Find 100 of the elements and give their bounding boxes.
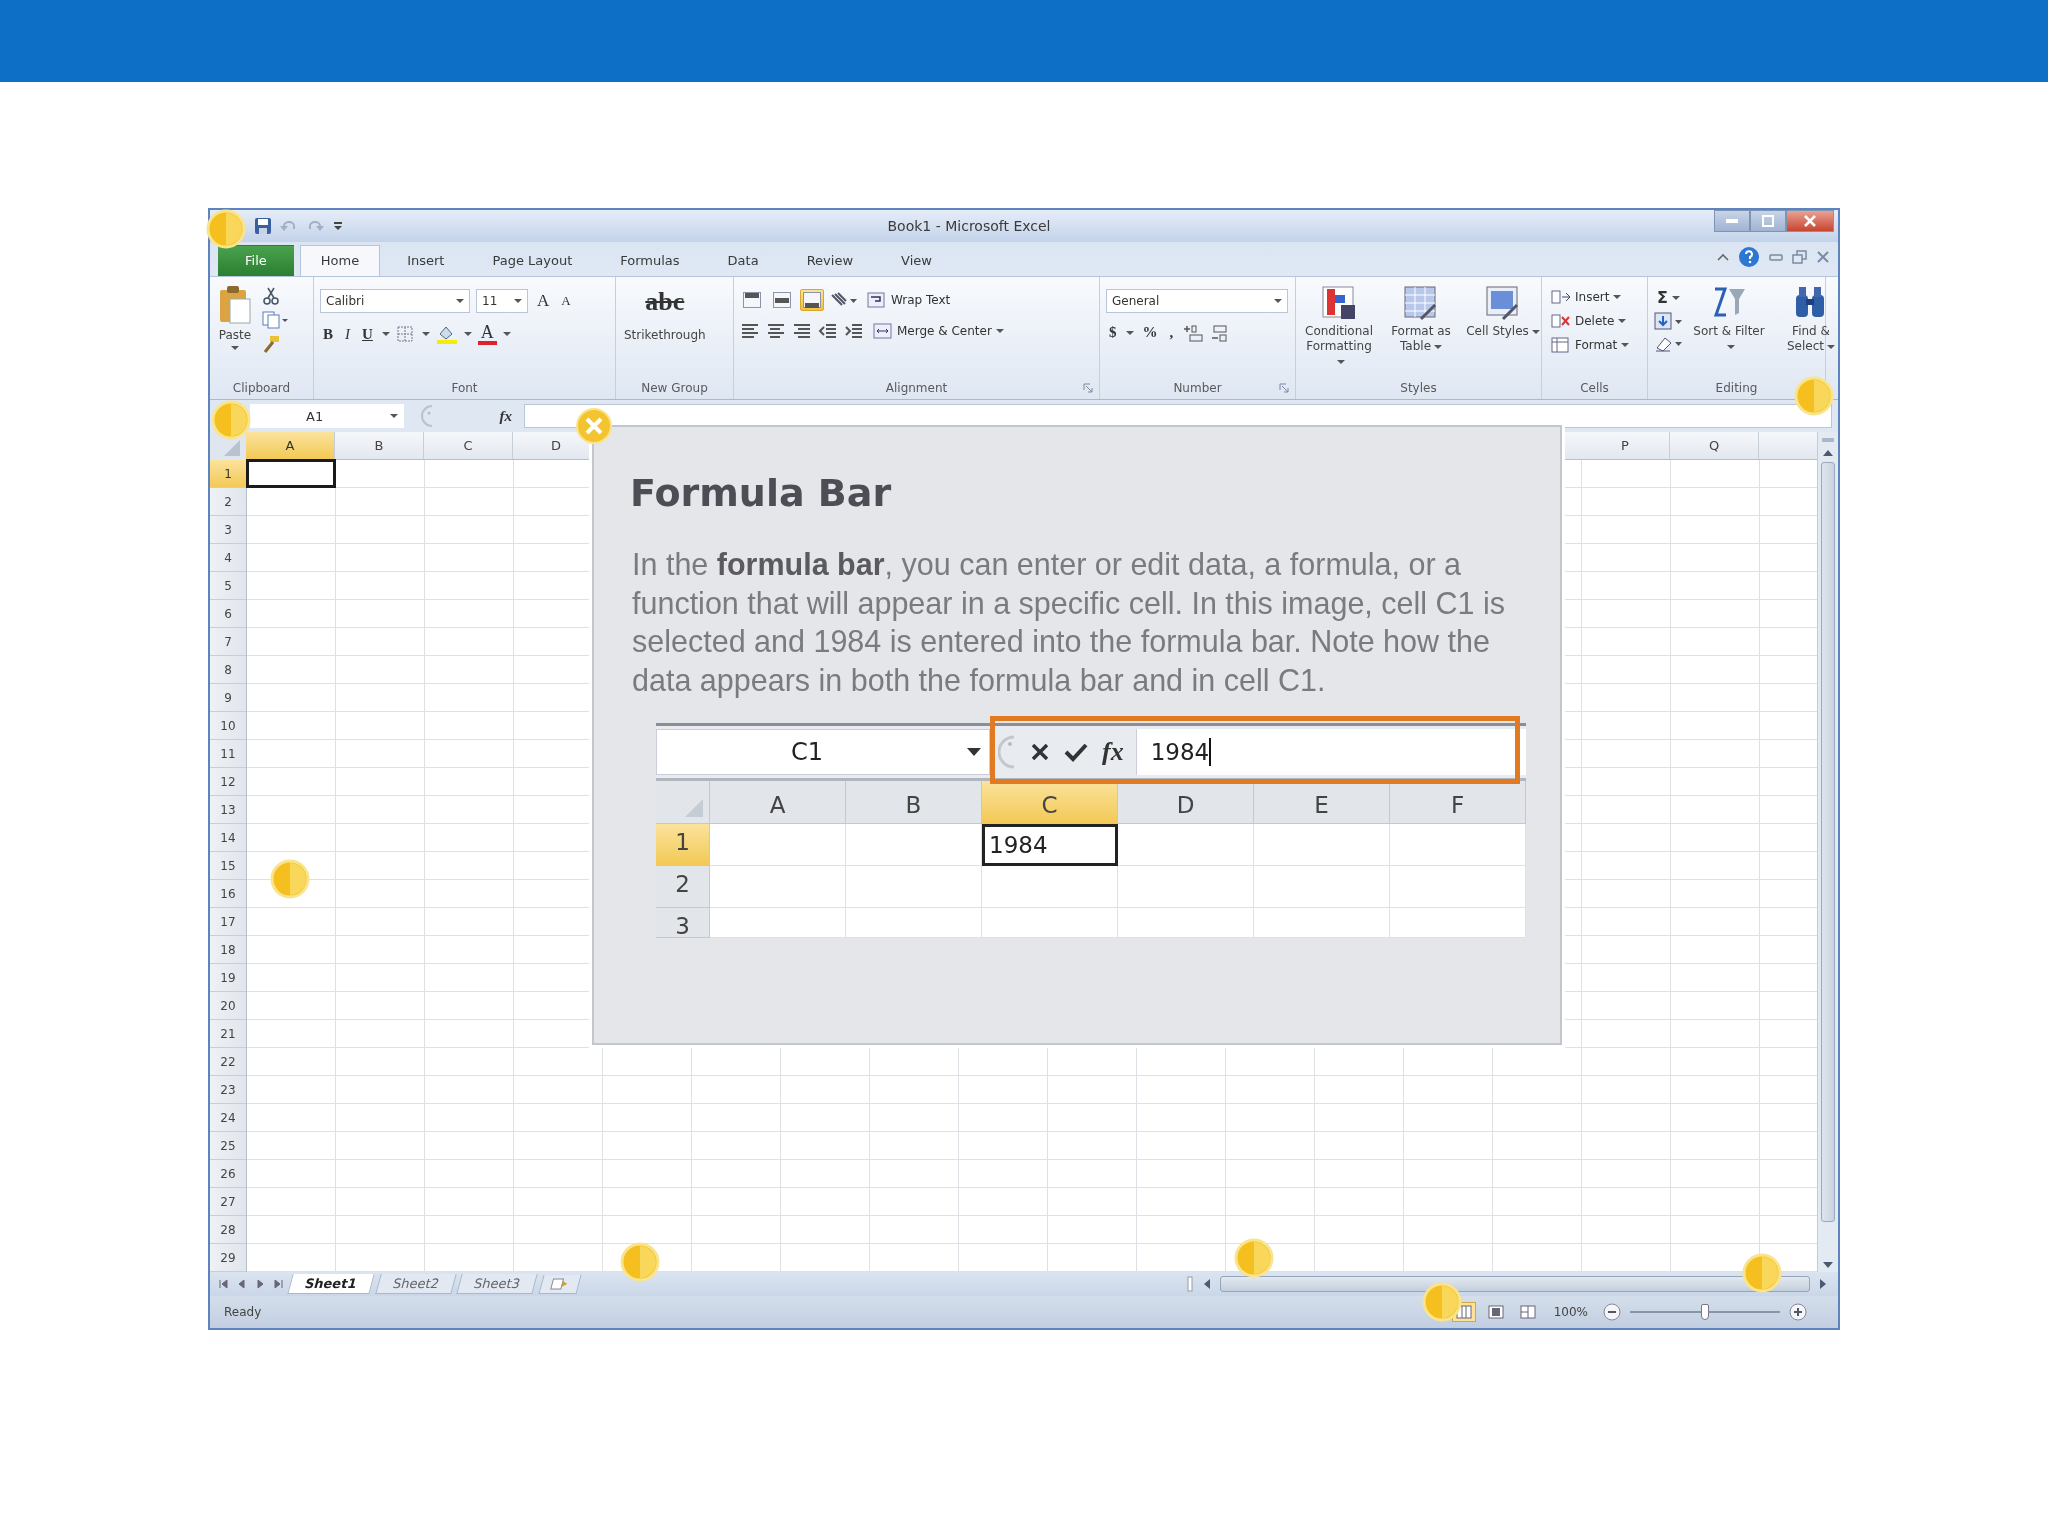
row-header[interactable]: 12 [210,768,246,796]
caret-icon[interactable] [1434,343,1442,350]
cell-styles-button[interactable]: Cell Styles [1466,283,1540,341]
row-header[interactable]: 6 [210,600,246,628]
row-header[interactable]: 3 [210,516,246,544]
row-header[interactable]: 27 [210,1188,246,1216]
ribbon-tab[interactable]: Insert [386,245,466,276]
format-painter-icon[interactable] [262,335,280,353]
underline-caret-icon[interactable] [381,331,390,337]
increase-indent-icon[interactable] [844,322,864,340]
expand-handle-icon[interactable] [420,405,434,427]
fill-down-icon[interactable] [1654,312,1684,330]
ribbon-collapse-icon[interactable] [1716,251,1730,263]
dialog-launcher-icon[interactable] [1083,383,1093,393]
scroll-thumb[interactable] [1821,462,1835,1222]
row-header[interactable]: 11 [210,740,246,768]
find-select-button[interactable]: Find & Select [1774,283,1838,356]
number-format-field[interactable]: General [1106,289,1288,313]
caret-icon[interactable] [1618,318,1627,324]
comma-button[interactable]: , [1166,323,1177,342]
vertical-align-button[interactable] [770,289,794,311]
ribbon-tab[interactable]: Review [785,245,875,276]
close-button[interactable] [1786,210,1834,232]
ribbon-tab[interactable]: View [880,245,953,276]
align-right-icon[interactable] [792,322,812,340]
autosum-button[interactable]: Σ [1654,287,1684,308]
font-color-caret-icon[interactable] [502,331,511,337]
currency-caret-icon[interactable] [1125,329,1134,336]
row-header[interactable]: 9 [210,684,246,712]
percent-button[interactable]: % [1139,323,1161,342]
align-left-icon[interactable] [740,322,760,340]
row-header[interactable]: 14 [210,824,246,852]
row-header[interactable]: 7 [210,628,246,656]
row-header[interactable]: 1 [210,460,246,488]
decrease-indent-icon[interactable] [818,322,838,340]
sheet-tab[interactable]: Sheet1 [287,1274,375,1294]
conditional-formatting-button[interactable]: Conditional Formatting [1302,283,1376,371]
help-icon[interactable] [1738,246,1760,268]
paste-button[interactable]: Paste [216,283,254,353]
wrap-text-button[interactable]: Wrap Text [864,290,954,310]
row-header[interactable]: 23 [210,1076,246,1104]
sheet-tab[interactable]: Sheet2 [374,1274,457,1294]
bold-button[interactable]: B [320,324,336,344]
caret-icon[interactable] [995,328,1004,334]
column-header[interactable]: B [335,432,424,459]
italic-button[interactable]: I [342,324,353,344]
split-handle-icon[interactable] [1820,436,1836,444]
row-header[interactable]: 25 [210,1132,246,1160]
scissors-icon[interactable] [262,287,280,305]
insert-cells-button[interactable]: Insert [1548,287,1633,307]
row-header[interactable]: 8 [210,656,246,684]
horizontal-scrollbar[interactable] [1220,1276,1810,1292]
caret-icon[interactable] [1827,343,1835,350]
column-header[interactable]: A [246,432,335,459]
function-label[interactable]: fx [499,407,512,425]
row-header[interactable]: 15 [210,852,246,880]
format-as-table-button[interactable]: Format as Table [1384,283,1458,356]
row-header[interactable]: 13 [210,796,246,824]
shrink-font-button[interactable]: A [558,292,574,310]
caret-icon[interactable] [1613,294,1622,300]
vertical-align-button[interactable] [740,289,764,311]
borders-icon[interactable] [395,325,416,343]
font-color-button[interactable]: A [477,323,497,345]
caret-icon[interactable] [1726,343,1735,350]
row-header[interactable]: 2 [210,488,246,516]
clipboard-icon[interactable] [218,285,252,325]
row-header[interactable]: 19 [210,964,246,992]
caret-icon[interactable] [231,345,239,351]
font-size-field[interactable]: 11 [476,289,528,313]
minimize-button[interactable] [1714,210,1750,232]
vertical-align-button[interactable] [800,289,824,311]
ribbon-tab[interactable]: Formulas [599,245,701,276]
maximize-button[interactable] [1750,210,1786,232]
column-header[interactable]: D [513,432,583,459]
restore-icon[interactable] [1792,250,1808,264]
row-header[interactable]: 24 [210,1104,246,1132]
caret-icon[interactable] [456,298,464,304]
column-header[interactable]: P [1581,432,1670,459]
customize-caret-icon[interactable] [332,220,344,232]
copy-icon[interactable] [262,311,288,329]
fill-color-icon[interactable] [435,324,458,344]
column-header[interactable]: C [424,432,513,459]
ribbon-tab[interactable]: Home [299,245,381,276]
name-box[interactable]: A1 [250,404,404,428]
row-header[interactable]: 10 [210,712,246,740]
row-header[interactable]: 18 [210,936,246,964]
last-sheet-icon[interactable] [272,1278,284,1290]
merge-center-button[interactable]: Merge & Center [870,321,1007,341]
borders-caret-icon[interactable] [421,331,430,337]
grow-font-button[interactable]: A [534,290,553,312]
sheet-tab[interactable]: Sheet3 [456,1274,538,1294]
underline-button[interactable]: U [359,324,376,344]
caret-icon[interactable] [1621,342,1630,348]
strikethrough-button[interactable]: abc Strikethrough [622,283,708,344]
save-icon[interactable] [254,217,272,235]
caret-icon[interactable] [1671,294,1680,301]
align-center-icon[interactable] [766,322,786,340]
zoom-in-icon[interactable] [1788,1302,1808,1322]
column-header[interactable]: Q [1670,432,1759,459]
row-header[interactable]: 26 [210,1160,246,1188]
